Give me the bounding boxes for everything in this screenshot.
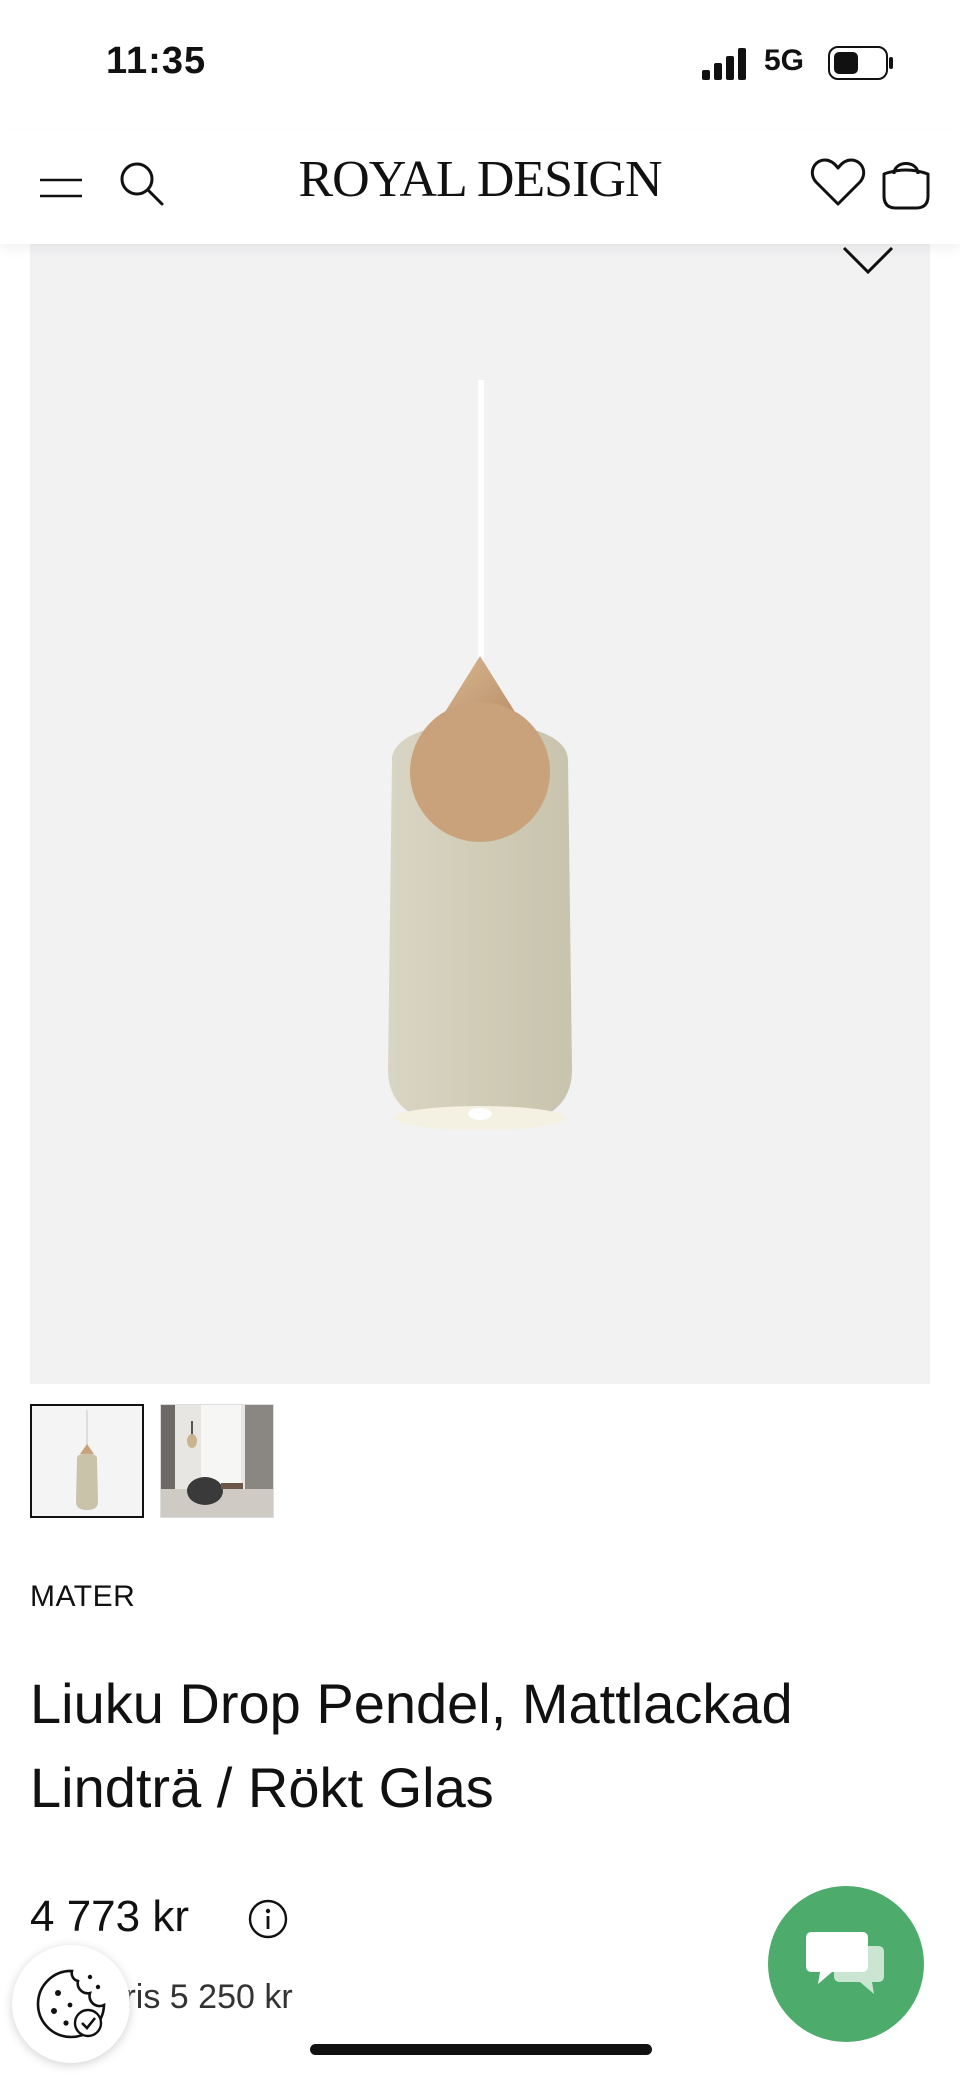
home-indicator — [310, 2044, 652, 2055]
chevron-down-icon[interactable] — [838, 244, 898, 284]
product-title: Liuku Drop Pendel, Mattlackad Lindträ / … — [30, 1672, 793, 1819]
shopping-bag-icon[interactable] — [880, 152, 932, 212]
heart-icon[interactable] — [810, 156, 866, 208]
battery-icon — [828, 46, 893, 80]
product-image[interactable] — [30, 244, 930, 1384]
thumbnail-product[interactable] — [30, 1404, 144, 1518]
chat-button[interactable] — [768, 1886, 924, 2042]
cookie-icon — [36, 1969, 106, 2039]
network-type: 5G — [764, 44, 805, 77]
status-bar: 11:35 5G — [0, 0, 960, 130]
thumbnail-interior[interactable] — [160, 1404, 274, 1518]
status-time: 11:35 — [106, 40, 207, 82]
info-icon[interactable] — [248, 1899, 288, 1939]
signal-strength-icon — [702, 48, 746, 80]
chat-icon — [806, 1932, 884, 1994]
product-price: 4 773 kr — [30, 1892, 189, 1941]
cookie-settings-button[interactable] — [12, 1945, 130, 2063]
top-navigation: ROYAL DESIGN — [0, 130, 960, 244]
product-brand[interactable]: MATER — [30, 1580, 135, 1614]
pendant-lamp-illustration — [388, 380, 572, 1130]
